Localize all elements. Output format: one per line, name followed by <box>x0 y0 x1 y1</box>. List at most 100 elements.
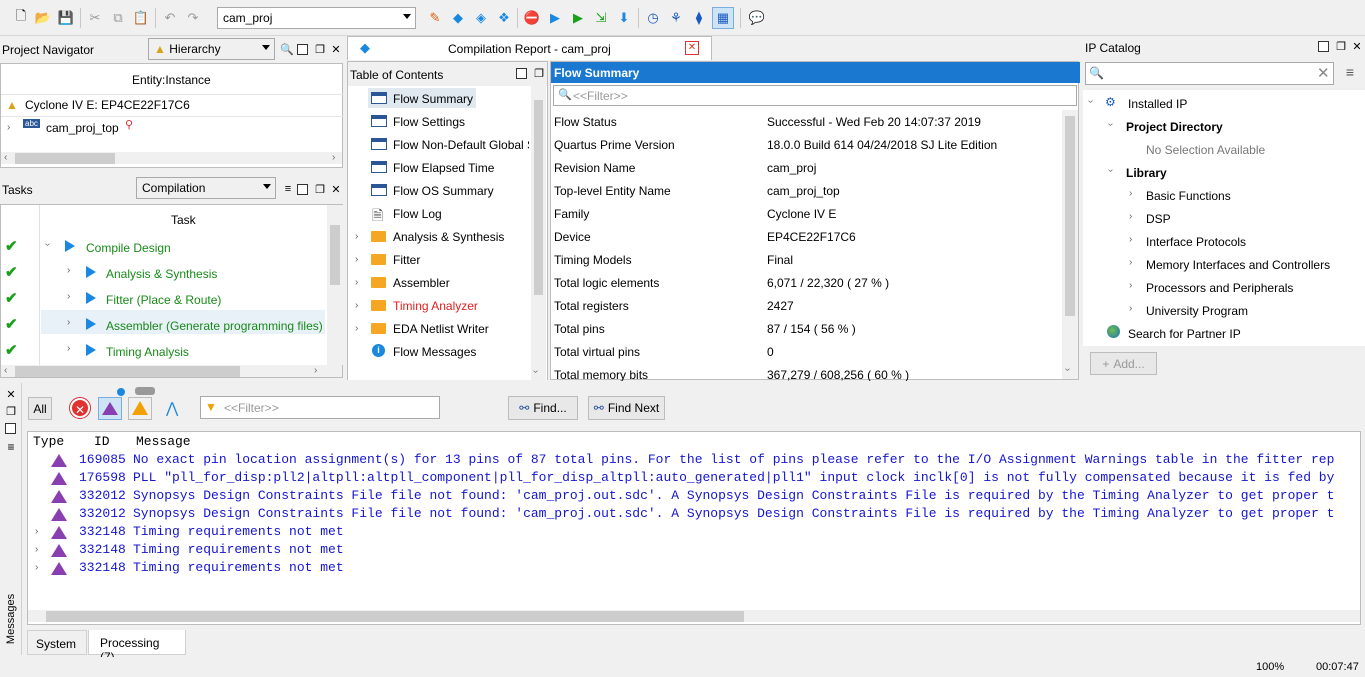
message-text[interactable]: PLL "pll_for_disp:pll2|altpll:altpll_com… <box>133 470 1334 485</box>
task-fitter[interactable]: Fitter (Place & Route) <box>106 293 221 307</box>
ip-catalog-icon[interactable]: ▦ <box>712 7 734 29</box>
menu-icon[interactable]: ≡ <box>2 438 20 456</box>
report-tab[interactable]: ◆ Compilation Report - cam_proj ✕ <box>347 36 712 60</box>
library-dsp[interactable]: DSP <box>1146 212 1171 226</box>
message-text[interactable]: No exact pin location assignment(s) for … <box>133 452 1334 467</box>
messages-hscrollbar[interactable] <box>28 610 1360 622</box>
toc-flow-settings[interactable]: Flow Settings <box>393 115 465 129</box>
expand-chevron-icon[interactable]: › <box>7 122 10 133</box>
partner-ip-link[interactable]: Search for Partner IP <box>1128 327 1241 341</box>
undo-icon[interactable]: ↶ <box>161 9 179 27</box>
task-analysis-synthesis[interactable]: Analysis & Synthesis <box>106 267 217 281</box>
redo-icon[interactable]: ↷ <box>184 9 202 27</box>
expand-chevron-icon[interactable]: › <box>67 291 70 302</box>
error-filter-icon[interactable]: ✕ <box>69 397 91 419</box>
netlist-icon[interactable]: ⚘ <box>667 9 685 27</box>
toc-assembler[interactable]: Assembler <box>393 276 450 290</box>
close-icon[interactable]: ✕ <box>2 385 20 403</box>
expand-chevron-icon[interactable]: › <box>355 277 358 288</box>
pin-icon[interactable] <box>5 423 16 434</box>
add-ip-button[interactable]: + Add... <box>1090 352 1157 375</box>
paste-icon[interactable]: 📋 <box>132 9 150 27</box>
pin-icon[interactable] <box>1318 41 1329 52</box>
expand-chevron-icon[interactable]: › <box>355 323 358 334</box>
expand-chevron-icon[interactable]: › <box>355 300 358 311</box>
top-entity-label[interactable]: cam_proj_top <box>46 121 119 135</box>
summary-filter-input[interactable]: 🔍 <<Filter>> <box>553 85 1077 106</box>
project-directory-label[interactable]: Project Directory <box>1126 120 1223 134</box>
fitter-icon[interactable]: ⇲ <box>592 9 610 27</box>
run-icon[interactable] <box>86 292 96 304</box>
assembler-icon[interactable]: ⬇ <box>615 9 633 27</box>
close-icon[interactable]: ✕ <box>327 180 345 198</box>
project-combo[interactable]: cam_proj <box>217 7 416 29</box>
message-text[interactable]: Synopsys Design Constraints File file no… <box>133 506 1334 521</box>
toc-fitter[interactable]: Fitter <box>393 253 420 267</box>
settings-diamond-icon[interactable]: ◈ <box>472 9 490 27</box>
tab-processing[interactable]: Processing (7) <box>88 630 186 664</box>
collapse-chevron-icon[interactable]: › <box>42 243 53 246</box>
copy-icon[interactable]: ⧉ <box>109 9 127 27</box>
expand-chevron-icon[interactable]: › <box>355 254 358 265</box>
menu-icon[interactable]: ≡ <box>279 180 297 198</box>
analysis-icon[interactable]: ▶ <box>569 9 587 27</box>
start-compile-icon[interactable]: ▶ <box>546 9 564 27</box>
suppress-icon[interactable]: ⋀ <box>166 399 178 417</box>
toc-flow-os-summary[interactable]: Flow OS Summary <box>393 184 494 198</box>
cut-icon[interactable]: ✂ <box>86 9 104 27</box>
library-basic-functions[interactable]: Basic Functions <box>1146 189 1231 203</box>
message-text[interactable]: Synopsys Design Constraints File file no… <box>133 488 1334 503</box>
message-text[interactable]: Timing requirements not met <box>133 560 344 575</box>
menu-icon[interactable]: ≡ <box>1340 64 1360 84</box>
expand-chevron-icon[interactable]: › <box>35 562 38 573</box>
expand-chevron-icon[interactable]: › <box>35 544 38 555</box>
all-filter-button[interactable]: All <box>28 397 52 420</box>
collapse-chevron-icon[interactable]: › <box>1105 169 1116 172</box>
close-tab-icon[interactable]: ✕ <box>685 41 699 55</box>
ip-search-input[interactable]: 🔍 ✕ <box>1085 62 1334 85</box>
diamond-icon[interactable]: ◆ <box>449 9 467 27</box>
task-compile-design[interactable]: Compile Design <box>86 241 171 255</box>
pin-planner-icon[interactable]: ❖ <box>495 9 513 27</box>
message-text[interactable]: Timing requirements not met <box>133 542 344 557</box>
float-icon[interactable]: ❐ <box>2 402 20 420</box>
expand-chevron-icon[interactable]: › <box>355 231 358 242</box>
pin-icon[interactable] <box>297 44 308 55</box>
float-icon[interactable]: ❐ <box>530 64 548 82</box>
new-file-icon[interactable]: 🗋 <box>12 8 30 27</box>
tasks-flow-combo[interactable]: Compilation <box>136 177 276 199</box>
expand-chevron-icon[interactable]: › <box>67 265 70 276</box>
library-university-program[interactable]: University Program <box>1146 304 1248 318</box>
run-icon[interactable] <box>65 240 75 252</box>
stop-icon[interactable]: ⛔ <box>523 9 541 27</box>
run-icon[interactable] <box>86 266 96 278</box>
device-label[interactable]: Cyclone IV E: EP4CE22F17C6 <box>25 98 190 112</box>
toc-flow-elapsed-time[interactable]: Flow Elapsed Time <box>393 161 494 175</box>
library-interface-protocols[interactable]: Interface Protocols <box>1146 235 1246 249</box>
close-icon[interactable]: ✕ <box>327 40 345 58</box>
tab-system[interactable]: System <box>27 630 87 655</box>
collapse-chevron-icon[interactable]: › <box>1085 100 1096 103</box>
library-processors[interactable]: Processors and Peripherals <box>1146 281 1293 295</box>
expand-chevron-icon[interactable]: › <box>1129 257 1132 268</box>
pin-icon[interactable] <box>297 184 308 195</box>
library-label[interactable]: Library <box>1126 166 1167 180</box>
task-timing-analysis[interactable]: Timing Analysis <box>106 345 189 359</box>
expand-chevron-icon[interactable]: › <box>1129 303 1132 314</box>
navigator-view-combo[interactable]: ▲ Hierarchy <box>148 38 275 60</box>
messages-filter-input[interactable]: ▼ <<Filter>> <box>200 396 440 419</box>
save-icon[interactable]: 💾 <box>57 9 75 27</box>
run-icon[interactable] <box>86 318 96 330</box>
warning-filter-button[interactable] <box>128 397 152 420</box>
toc-flow-summary[interactable]: Flow Summary <box>393 92 473 106</box>
tasks-hscrollbar[interactable]: ‹ › <box>1 365 342 377</box>
run-icon[interactable] <box>86 344 96 356</box>
open-folder-icon[interactable]: 📂 <box>34 9 52 27</box>
expand-chevron-icon[interactable]: › <box>67 343 70 354</box>
expand-chevron-icon[interactable]: › <box>1129 234 1132 245</box>
expand-chevron-icon[interactable]: › <box>1129 188 1132 199</box>
pin-icon[interactable] <box>516 68 527 79</box>
find-next-button[interactable]: ⚯ Find Next <box>588 396 665 420</box>
message-text[interactable]: Timing requirements not met <box>133 524 344 539</box>
toc-flow-log[interactable]: Flow Log <box>393 207 442 221</box>
